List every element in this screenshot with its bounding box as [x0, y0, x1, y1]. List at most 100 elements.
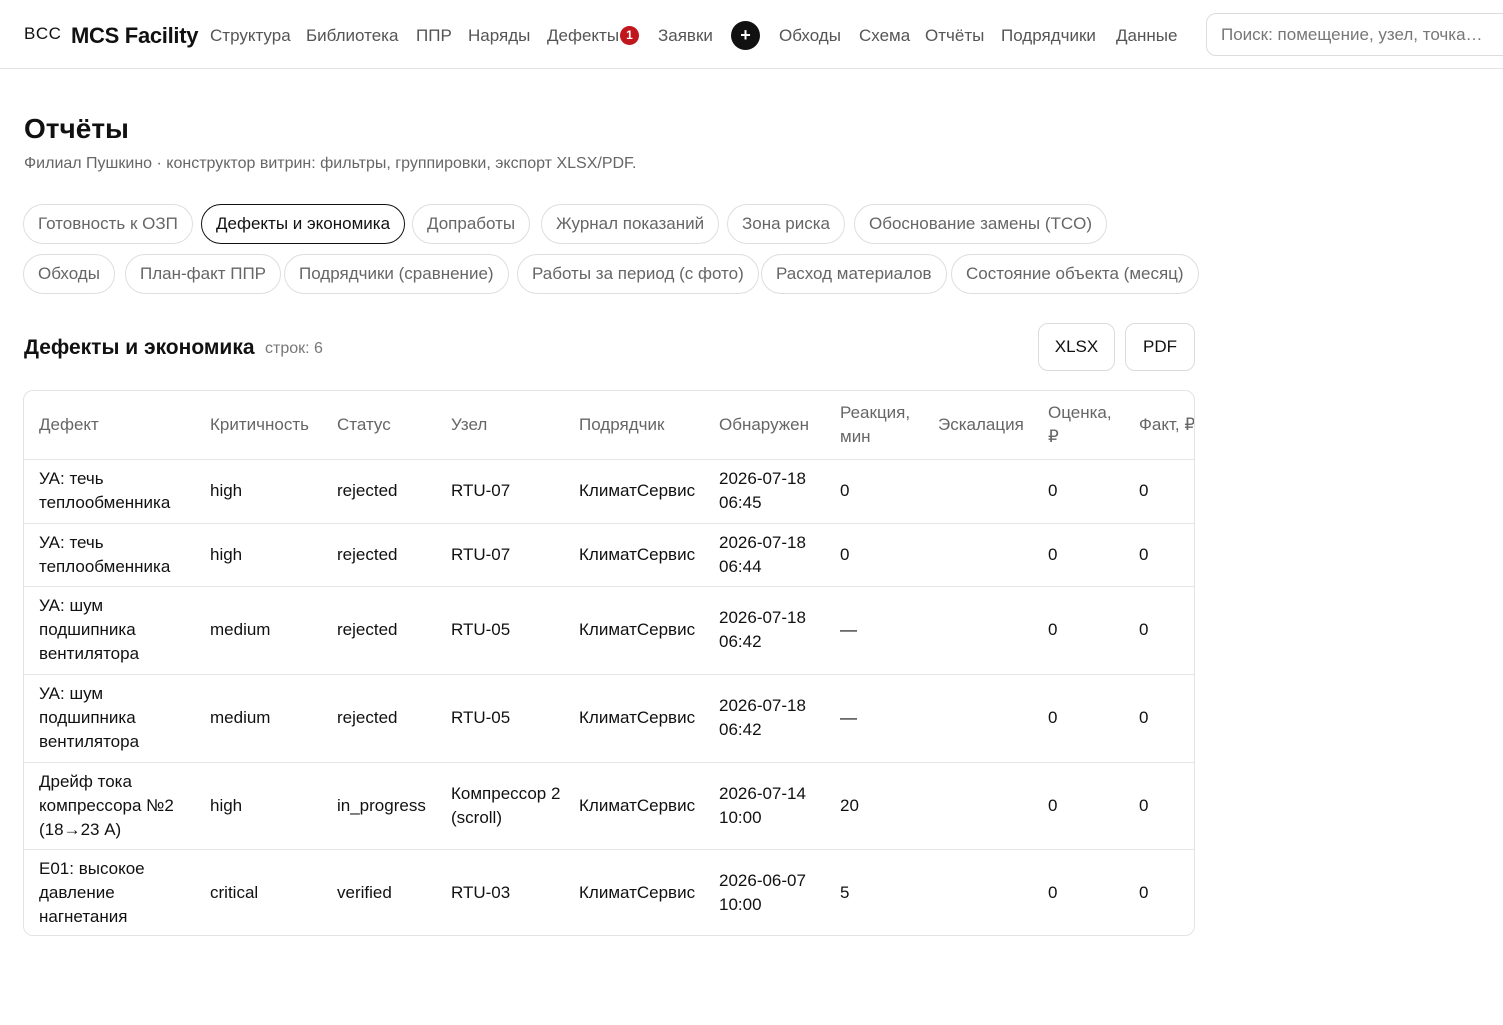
column-header-reaction[interactable]: Реакция, мин [825, 391, 923, 459]
report-chip-rounds[interactable]: Обходы [23, 254, 115, 294]
cell-estimate: 0 [1033, 761, 1124, 849]
report-chip-defects-economics[interactable]: Дефекты и экономика [201, 204, 406, 244]
column-header-escalation[interactable]: Эскалация [923, 391, 1033, 459]
table-row[interactable]: УА: течь теплообменника high rejected RT… [24, 458, 1194, 523]
nav-item-contractors[interactable]: Подрядчики [1001, 26, 1096, 46]
report-chip-object-state[interactable]: Состояние объекта (месяц) [951, 254, 1199, 294]
cell-node: RTU-05 [436, 673, 564, 762]
cell-criticality: high [195, 458, 322, 523]
nav-item-rounds[interactable]: Обходы [779, 26, 841, 46]
cell-contractor: КлиматСервис [564, 848, 704, 935]
cell-actual: 0 [1124, 848, 1194, 935]
cell-escalation [923, 761, 1033, 849]
cell-estimate: 0 [1033, 585, 1124, 674]
cell-contractor: КлиматСервис [564, 761, 704, 849]
cell-reaction: 0 [825, 458, 923, 523]
report-chip-materials[interactable]: Расход материалов [761, 254, 947, 294]
report-chip-tco[interactable]: Обоснование замены (TCO) [854, 204, 1108, 244]
table-row[interactable]: УА: течь теплообменника high rejected RT… [24, 522, 1194, 586]
report-chip-ozp-readiness[interactable]: Готовность к ОЗП [23, 204, 193, 244]
column-header-contractor[interactable]: Подрядчик [564, 391, 704, 459]
column-header-detected[interactable]: Обнаружен [704, 391, 825, 459]
report-chip-risk-zone[interactable]: Зона риска [727, 204, 846, 244]
table-header-row: Дефект Критичность Статус Узел Подрядчик… [24, 391, 1194, 459]
cell-status: rejected [322, 522, 436, 586]
table-row[interactable]: УА: шум подшипника вентилятора medium re… [24, 673, 1194, 762]
cell-defect: УА: течь теплообменника [24, 522, 195, 586]
cell-status: rejected [322, 673, 436, 762]
cell-criticality: high [195, 761, 322, 849]
row-count-label: строк: 6 [265, 340, 323, 357]
cell-reaction: 20 [825, 761, 923, 849]
export-xlsx-button[interactable]: XLSX [1038, 323, 1115, 371]
column-header-node[interactable]: Узел [436, 391, 564, 459]
cell-node: RTU-03 [436, 848, 564, 935]
cell-estimate: 0 [1033, 458, 1124, 523]
cell-escalation [923, 585, 1033, 674]
cell-contractor: КлиматСервис [564, 585, 704, 674]
cell-defect: УА: течь теплообменника [24, 458, 195, 523]
nav-item-library[interactable]: Библиотека [306, 26, 398, 46]
top-navigation-bar: BCC MCS Facility Структура Библиотека ПП… [0, 0, 1503, 69]
cell-escalation [923, 673, 1033, 762]
cell-escalation [923, 522, 1033, 586]
report-table: Дефект Критичность Статус Узел Подрядчик… [24, 391, 1194, 935]
report-chip-works-period[interactable]: Работы за период (с фото) [517, 254, 759, 294]
cell-actual: 0 [1124, 522, 1194, 586]
report-chip-ppr-plan-fact[interactable]: План-факт ППР [125, 254, 281, 294]
cell-contractor: КлиматСервис [564, 673, 704, 762]
export-pdf-button[interactable]: PDF [1125, 323, 1195, 371]
cell-detected: 2026-07-18 06:45 [704, 458, 825, 523]
cell-defect: УА: шум подшипника вентилятора [24, 585, 195, 674]
cell-actual: 0 [1124, 585, 1194, 674]
cell-status: verified [322, 848, 436, 935]
report-chip-contractors-compare[interactable]: Подрядчики (сравнение) [284, 254, 509, 294]
report-chip-extra-works[interactable]: Допработы [412, 204, 531, 244]
cell-node: RTU-07 [436, 522, 564, 586]
cell-node: Компрессор 2 (scroll) [436, 761, 564, 849]
column-header-criticality[interactable]: Критичность [195, 391, 322, 459]
column-header-estimate[interactable]: Оценка, ₽ [1033, 391, 1124, 459]
table-row[interactable]: E01: высокое давление нагнетания critica… [24, 848, 1194, 935]
cell-actual: 0 [1124, 458, 1194, 523]
cell-contractor: КлиматСервис [564, 458, 704, 523]
cell-detected: 2026-07-18 06:42 [704, 673, 825, 762]
nav-item-requests[interactable]: Заявки [658, 26, 713, 46]
brand-name[interactable]: MCS Facility [71, 23, 199, 49]
table-row[interactable]: Дрейф тока компрессора №2 (18→23 А) high… [24, 761, 1194, 849]
cell-node: RTU-05 [436, 585, 564, 674]
column-header-status[interactable]: Статус [322, 391, 436, 459]
brand-logo-text: BCC [24, 24, 62, 43]
cell-detected: 2026-07-18 06:44 [704, 522, 825, 586]
cell-reaction: — [825, 673, 923, 762]
cell-reaction: 0 [825, 522, 923, 586]
cell-defect: Дрейф тока компрессора №2 (18→23 А) [24, 761, 195, 849]
cell-criticality: high [195, 522, 322, 586]
nav-item-reports[interactable]: Отчёты [925, 26, 984, 46]
cell-detected: 2026-07-14 10:00 [704, 761, 825, 849]
create-plus-button[interactable]: + [731, 21, 760, 50]
nav-item-scheme[interactable]: Схема [859, 26, 910, 46]
cell-escalation [923, 458, 1033, 523]
nav-item-data[interactable]: Данные [1116, 26, 1177, 46]
nav-item-work-orders[interactable]: Наряды [468, 26, 530, 46]
cell-actual: 0 [1124, 673, 1194, 762]
cell-criticality: medium [195, 585, 322, 674]
cell-estimate: 0 [1033, 848, 1124, 935]
nav-item-defects[interactable]: Дефекты [547, 26, 619, 46]
column-header-actual[interactable]: Факт, ₽ [1124, 391, 1194, 459]
table-row[interactable]: УА: шум подшипника вентилятора medium re… [24, 585, 1194, 674]
cell-estimate: 0 [1033, 522, 1124, 586]
cell-criticality: critical [195, 848, 322, 935]
cell-escalation [923, 848, 1033, 935]
column-header-defect[interactable]: Дефект [24, 391, 195, 459]
cell-status: rejected [322, 585, 436, 674]
page-title: Отчёты [24, 113, 129, 144]
search-input[interactable] [1206, 13, 1503, 56]
defects-count-badge: 1 [620, 26, 639, 45]
cell-actual: 0 [1124, 761, 1194, 849]
nav-item-ppr[interactable]: ППР [416, 26, 452, 46]
report-chip-readings-log[interactable]: Журнал показаний [541, 204, 720, 244]
nav-item-structure[interactable]: Структура [210, 26, 291, 46]
page-subtitle: Филиал Пушкино · конструктор витрин: фил… [24, 155, 637, 172]
